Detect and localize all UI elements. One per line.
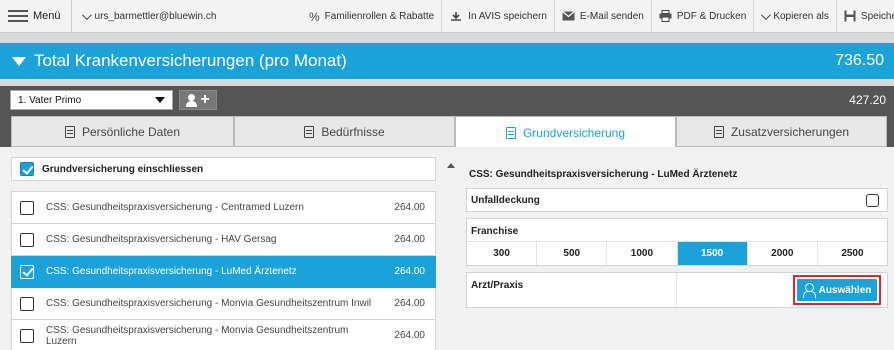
menu-label: Menü xyxy=(33,10,61,22)
tab-label: Zusatzversicherungen xyxy=(730,124,850,139)
select-doctor-label: Auswählen xyxy=(818,284,872,296)
select-doctor-button[interactable]: Auswählen xyxy=(797,279,877,301)
tab-personal-data[interactable]: Persönliche Daten xyxy=(11,116,234,147)
content-area: Grundversicherung einschliessen CSS: Ges… xyxy=(0,147,894,350)
pdf-print-label: PDF & Drucken xyxy=(676,11,747,22)
scrollbar[interactable] xyxy=(445,157,457,350)
doctor-practice-label: Arzt/Praxis xyxy=(467,273,677,307)
franchise-option[interactable]: 300 xyxy=(467,242,536,265)
top-toolbar: Menü urs_barmettler@bluewin.ch % Familie… xyxy=(0,0,894,33)
dropdown-arrow-icon xyxy=(155,97,165,103)
product-price: 264.00 xyxy=(394,234,425,245)
save-avis-button[interactable]: In AVIS speichern xyxy=(441,0,554,33)
send-email-button[interactable]: E-Mail senden xyxy=(553,0,651,33)
document-icon xyxy=(64,125,75,138)
family-roles-label: Familienrollen & Rabatte xyxy=(324,11,435,22)
product-name: CSS: Gesundheitspraxisversicherung - Cen… xyxy=(46,202,304,213)
franchise-options: 300 500 1000 1500 2000 2500 xyxy=(467,241,887,265)
franchise-option-selected[interactable]: 1500 xyxy=(676,242,747,265)
user-label: urs_barmettler@bluewin.ch xyxy=(94,10,217,22)
include-checkbox[interactable] xyxy=(20,162,34,176)
envelope-icon xyxy=(562,10,575,23)
tab-basic-insurance[interactable]: Grundversicherung xyxy=(455,116,676,149)
include-label: Grundversicherung einschliessen xyxy=(42,163,204,175)
tab-needs[interactable]: Bedürfnisse xyxy=(234,116,455,147)
accident-coverage-label: Unfalldeckung xyxy=(471,194,540,206)
doctor-icon xyxy=(802,283,816,298)
plus-icon: + xyxy=(200,91,210,108)
product-checkbox[interactable] xyxy=(20,264,34,279)
product-price: 264.00 xyxy=(394,298,425,309)
person-bar: 1. Vater Primo + 427.20 xyxy=(0,86,894,114)
franchise-option[interactable]: 1000 xyxy=(606,242,676,265)
product-detail-title: CSS: Gesundheitspraxisversicherung - LuM… xyxy=(469,169,738,180)
pdf-print-button[interactable]: PDF & Drucken xyxy=(650,0,753,33)
person-select[interactable]: 1. Vater Primo xyxy=(10,90,173,110)
product-name: CSS: Gesundheitspraxisversicherung - Mon… xyxy=(46,298,372,309)
document-icon xyxy=(304,125,315,138)
list-item[interactable]: CSS: Gesundheitspraxisversicherung - HAV… xyxy=(11,224,436,256)
list-item[interactable]: CSS: Gesundheitspraxisversicherung - Mon… xyxy=(11,288,436,320)
person-icon xyxy=(186,93,198,107)
send-email-label: E-Mail senden xyxy=(579,11,644,22)
family-roles-button[interactable]: % Familienrollen & Rabatte xyxy=(302,0,441,33)
product-list: CSS: Gesundheitspraxisversicherung - Cen… xyxy=(11,191,436,350)
chevron-down-icon xyxy=(761,10,772,21)
product-price: 264.00 xyxy=(394,266,425,277)
menu-button[interactable]: Menü xyxy=(0,0,72,32)
accident-coverage-row[interactable]: Unfalldeckung xyxy=(466,188,888,212)
printer-icon xyxy=(659,9,672,24)
tab-label: Grundversicherung xyxy=(522,125,626,140)
product-checkbox[interactable] xyxy=(20,232,34,247)
hamburger-icon xyxy=(8,10,28,22)
save-cloud-icon xyxy=(449,10,463,24)
tab-label: Bedürfnisse xyxy=(321,124,385,139)
product-checkbox[interactable] xyxy=(20,200,34,215)
document-icon xyxy=(505,126,516,139)
doctor-practice-row: Arzt/Praxis Auswählen xyxy=(466,272,888,308)
product-name: CSS: Gesundheitspraxisversicherung - LuM… xyxy=(46,266,297,277)
product-checkbox[interactable] xyxy=(20,296,34,311)
copy-as-label: Kopieren als xyxy=(773,11,829,22)
accident-coverage-checkbox[interactable] xyxy=(866,193,879,207)
page-title: Total Krankenversicherungen (pro Monat) xyxy=(34,51,347,70)
product-name: CSS: Gesundheitspraxisversicherung - Mon… xyxy=(46,324,349,347)
person-amount: 427.20 xyxy=(849,93,886,107)
disk-icon xyxy=(844,10,856,24)
tab-label: Persönliche Daten xyxy=(81,124,181,139)
document-icon xyxy=(713,125,724,138)
user-dropdown[interactable]: urs_barmettler@bluewin.ch xyxy=(72,0,227,32)
franchise-option[interactable]: 2500 xyxy=(816,242,887,265)
include-basic-insurance-row[interactable]: Grundversicherung einschliessen xyxy=(11,157,436,181)
franchise-option[interactable]: 500 xyxy=(536,242,606,265)
product-name: CSS: Gesundheitspraxisversicherung - HAV… xyxy=(46,234,277,245)
percent-icon: % xyxy=(309,9,320,24)
product-price: 264.00 xyxy=(394,202,425,213)
total-title-bar[interactable]: Total Krankenversicherungen (pro Monat) … xyxy=(0,43,894,79)
franchise-label: Franchise xyxy=(471,226,519,237)
franchise-option[interactable]: 2000 xyxy=(746,242,817,265)
add-person-button[interactable]: + xyxy=(179,90,217,110)
tab-supplementary-insurance[interactable]: Zusatzversicherungen xyxy=(676,116,887,147)
save-label: Speiche xyxy=(860,11,894,22)
scroll-up-icon[interactable] xyxy=(447,163,455,168)
product-list-panel: Grundversicherung einschliessen CSS: Ges… xyxy=(11,157,436,350)
copy-as-button[interactable]: Kopieren als xyxy=(753,0,836,33)
tab-bar: Persönliche Daten Bedürfnisse Grundversi… xyxy=(0,114,894,149)
list-item[interactable]: CSS: Gesundheitspraxisversicherung - Mon… xyxy=(11,320,436,350)
product-checkbox[interactable] xyxy=(20,328,34,343)
person-select-value: 1. Vater Primo xyxy=(18,94,82,106)
chevron-down-icon xyxy=(81,9,92,20)
save-button[interactable]: Speiche xyxy=(835,0,894,33)
list-item-selected[interactable]: CSS: Gesundheitspraxisversicherung - LuM… xyxy=(11,256,436,288)
total-amount: 736.50 xyxy=(835,52,884,69)
list-item[interactable]: CSS: Gesundheitspraxisversicherung - Cen… xyxy=(11,192,436,224)
save-avis-label: In AVIS speichern xyxy=(468,11,547,22)
collapse-icon xyxy=(12,56,26,66)
product-price: 264.00 xyxy=(394,330,425,341)
franchise-group: Franchise 300 500 1000 1500 2000 2500 xyxy=(466,218,888,266)
doctor-practice-value: Auswählen xyxy=(677,273,887,307)
product-detail-panel: CSS: Gesundheitspraxisversicherung - LuM… xyxy=(466,157,888,308)
